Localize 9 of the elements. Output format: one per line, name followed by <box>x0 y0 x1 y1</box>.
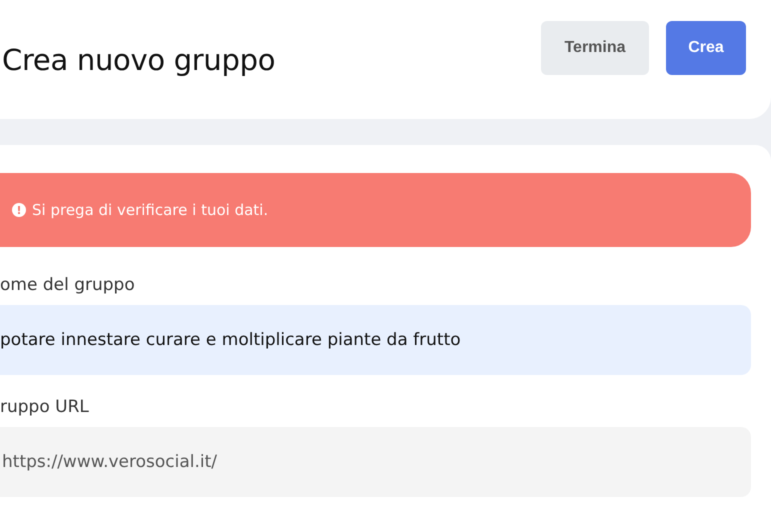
input-field[interactable]: https://www.verosocial.it/ <box>0 427 751 497</box>
alert-message: Si prega di verificare i tuoi dati. <box>32 201 268 219</box>
finish-button[interactable]: Termina <box>541 20 649 74</box>
alert-icon: ! <box>12 203 26 217</box>
input-field[interactable]: potare innestare curare e moltiplicare piante da frutto <box>0 305 751 375</box>
field-label: ruppo URL <box>0 397 90 417</box>
page-title: Crea nuovo gruppo <box>2 42 276 76</box>
create-button[interactable]: Crea <box>666 20 746 74</box>
field-label: ome del gruppo <box>0 275 136 295</box>
